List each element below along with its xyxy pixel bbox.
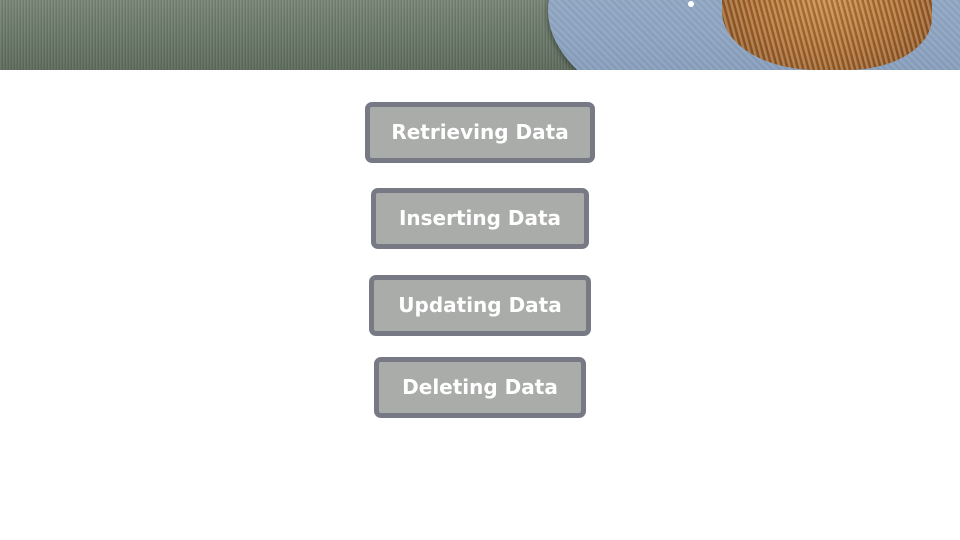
updating-data-button[interactable]: Updating Data bbox=[369, 275, 591, 336]
slide: Retrieving Data Inserting Data Updating … bbox=[0, 0, 960, 540]
banner-photo bbox=[0, 0, 960, 70]
retrieving-data-button[interactable]: Retrieving Data bbox=[365, 102, 595, 163]
inserting-data-button[interactable]: Inserting Data bbox=[371, 188, 589, 249]
deleting-data-button[interactable]: Deleting Data bbox=[374, 357, 586, 418]
light-sparkle bbox=[688, 1, 694, 7]
